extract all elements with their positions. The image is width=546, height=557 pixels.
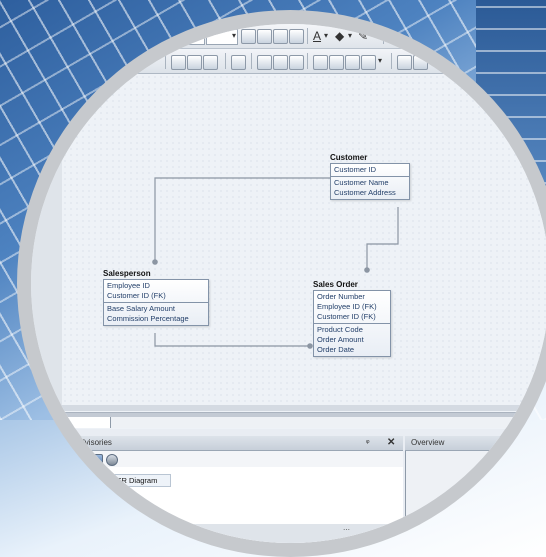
line-color-icon[interactable]: ✎ — [358, 29, 368, 43]
attribute: Base Salary Amount — [107, 304, 175, 313]
attribute: Employee ID (FK) — [317, 302, 377, 311]
toolbar-separator — [391, 53, 392, 69]
fill-color-icon[interactable]: ◆ — [335, 29, 344, 43]
toolbar-separator — [307, 53, 308, 69]
advisories-toolbar — [31, 451, 403, 467]
attribute-section: Product Code Order Amount Order Date — [314, 323, 390, 356]
status-strip — [31, 524, 546, 543]
toolbar-separator — [165, 53, 166, 69]
diagram-canvas[interactable]: Customer Customer ID Customer Name Custo… — [62, 74, 546, 429]
key-section: Customer ID — [331, 164, 409, 176]
diagram-toolbar: ▾ ▾ — [31, 49, 546, 74]
arrange-icon[interactable] — [313, 55, 328, 70]
chevron-down-icon[interactable]: ▾ — [373, 29, 377, 43]
toolbar-separator — [383, 28, 384, 44]
chevron-down-icon[interactable]: ▾ — [324, 29, 328, 43]
relationship-lines — [152, 177, 399, 349]
chevron-down-icon[interactable]: ▾ — [378, 54, 382, 68]
entity-salesperson[interactable]: Salesperson Employee ID Customer ID (FK)… — [103, 268, 209, 326]
zoom-icon[interactable] — [231, 55, 246, 70]
layers-icon[interactable] — [257, 55, 272, 70]
toolbar-separator — [225, 53, 226, 69]
snap-icon[interactable] — [361, 55, 376, 70]
overview-title-bar: Overview — [405, 436, 546, 451]
entity-title: Salesperson — [103, 269, 151, 278]
align-left-icon[interactable] — [241, 29, 256, 44]
relationship-endpoint — [307, 343, 313, 349]
advisories-title-bar: Advisories ᵠ ✕ — [31, 436, 403, 451]
pin-icon[interactable]: ᵠ — [366, 436, 370, 450]
entity-sales-order[interactable]: Sales Order Order Number Employee ID (FK… — [313, 279, 391, 357]
app-window-magnified: ▾ ▾ A ▾ ◆ ▾ ✎ ▾ ▾ ▾ Customer Customer ID… — [31, 24, 546, 543]
entity-title: Sales Order — [313, 280, 358, 289]
entity-customer[interactable]: Customer Customer ID Customer Name Custo… — [330, 152, 410, 200]
relationship-endpoint — [364, 267, 370, 273]
attribute-section: Customer Name Customer Address — [331, 176, 409, 199]
layout-icon[interactable] — [203, 55, 218, 70]
attribute: Customer ID — [334, 165, 377, 174]
grip-icon: ⋯ — [343, 527, 350, 534]
attribute: Customer ID (FK) — [107, 291, 166, 300]
refresh-icon[interactable] — [91, 454, 103, 466]
attribute: Customer Address — [334, 188, 396, 197]
horizontal-scrollbar[interactable] — [31, 405, 546, 411]
overview-title: Overview — [411, 438, 445, 447]
close-icon[interactable]: ✕ — [387, 436, 395, 450]
shape-icon[interactable] — [171, 55, 186, 70]
entity-title: Customer — [330, 153, 368, 162]
toolbar-separator — [307, 28, 308, 44]
attribute: Employee ID — [107, 281, 150, 290]
properties-icon[interactable] — [413, 55, 428, 70]
chevron-down-icon[interactable]: ▾ — [348, 29, 352, 43]
ungroup-icon[interactable] — [289, 55, 304, 70]
attribute: Customer ID (FK) — [317, 312, 376, 321]
relationship-endpoint — [152, 259, 158, 265]
font-name-dropdown[interactable]: ▾ — [139, 29, 205, 45]
relationship-line-customer-order — [366, 207, 399, 270]
settings-icon[interactable] — [106, 454, 118, 466]
canvas-left-gutter — [31, 73, 63, 408]
print-icon[interactable] — [397, 55, 412, 70]
chevron-down-icon: ▾ — [198, 31, 203, 40]
formatting-toolbar: ▾ ▾ A ▾ ◆ ▾ ✎ ▾ — [31, 24, 546, 49]
key-section: Order Number Employee ID (FK) Customer I… — [314, 291, 390, 323]
relationship-line-customer-salesperson — [154, 177, 331, 262]
entity-box: Order Number Employee ID (FK) Customer I… — [313, 290, 391, 357]
chevron-down-icon: ▾ — [231, 31, 236, 40]
toolbar-separator — [251, 53, 252, 69]
attribute: Order Date — [317, 345, 355, 354]
entity-box: Employee ID Customer ID (FK) Base Salary… — [103, 279, 209, 326]
connector-icon[interactable] — [187, 55, 202, 70]
attribute: Commission Percentage — [107, 314, 189, 323]
chevron-down-icon[interactable]: ▾ — [149, 54, 153, 68]
grid-icon[interactable] — [345, 55, 360, 70]
entity-box: Customer ID Customer Name Customer Addre… — [330, 163, 410, 200]
align-justify-icon[interactable] — [289, 29, 304, 44]
key-section: Employee ID Customer ID (FK) — [104, 280, 208, 302]
advisories-title: Advisories — [75, 438, 112, 447]
group-icon[interactable] — [273, 55, 288, 70]
align-center-icon[interactable] — [257, 29, 272, 44]
document-tab[interactable]: ts — [31, 417, 111, 428]
attribute: Product Code — [317, 325, 363, 334]
format-icon[interactable] — [329, 55, 344, 70]
align-right-icon[interactable] — [273, 29, 288, 44]
list-item[interactable]: me ER Diagram — [101, 474, 171, 487]
attribute: Order Amount — [317, 335, 364, 344]
font-size-dropdown[interactable]: ▾ — [206, 29, 238, 45]
relationship-line-salesperson-order — [154, 333, 310, 347]
attribute: Order Number — [317, 292, 365, 301]
attribute: Customer Name — [334, 178, 389, 187]
attribute-section: Base Salary Amount Commission Percentage — [104, 302, 208, 325]
font-color-icon[interactable]: A — [313, 29, 321, 43]
